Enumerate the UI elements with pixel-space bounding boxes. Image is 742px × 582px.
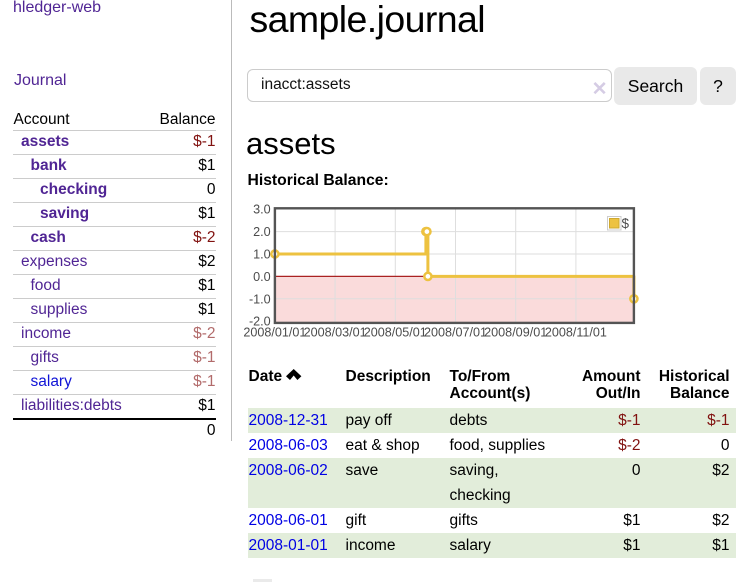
svg-text:$: $	[622, 216, 630, 231]
svg-text:2008/07/01: 2008/07/01	[424, 326, 487, 340]
svg-text:2008/01/01: 2008/01/01	[243, 326, 306, 340]
svg-text:-2.0: -2.0	[249, 315, 271, 329]
svg-text:0.0: 0.0	[253, 270, 271, 284]
svg-text:2008/09/01: 2008/09/01	[484, 326, 547, 340]
svg-text:1.0: 1.0	[253, 248, 271, 262]
svg-text:2008/03/01: 2008/03/01	[304, 326, 367, 340]
svg-text:2008/05/01: 2008/05/01	[364, 326, 427, 340]
svg-text:3.0: 3.0	[253, 203, 271, 217]
svg-text:2008/11/01: 2008/11/01	[545, 326, 607, 340]
svg-text:-1.0: -1.0	[249, 292, 271, 306]
svg-text:2.0: 2.0	[253, 225, 271, 239]
